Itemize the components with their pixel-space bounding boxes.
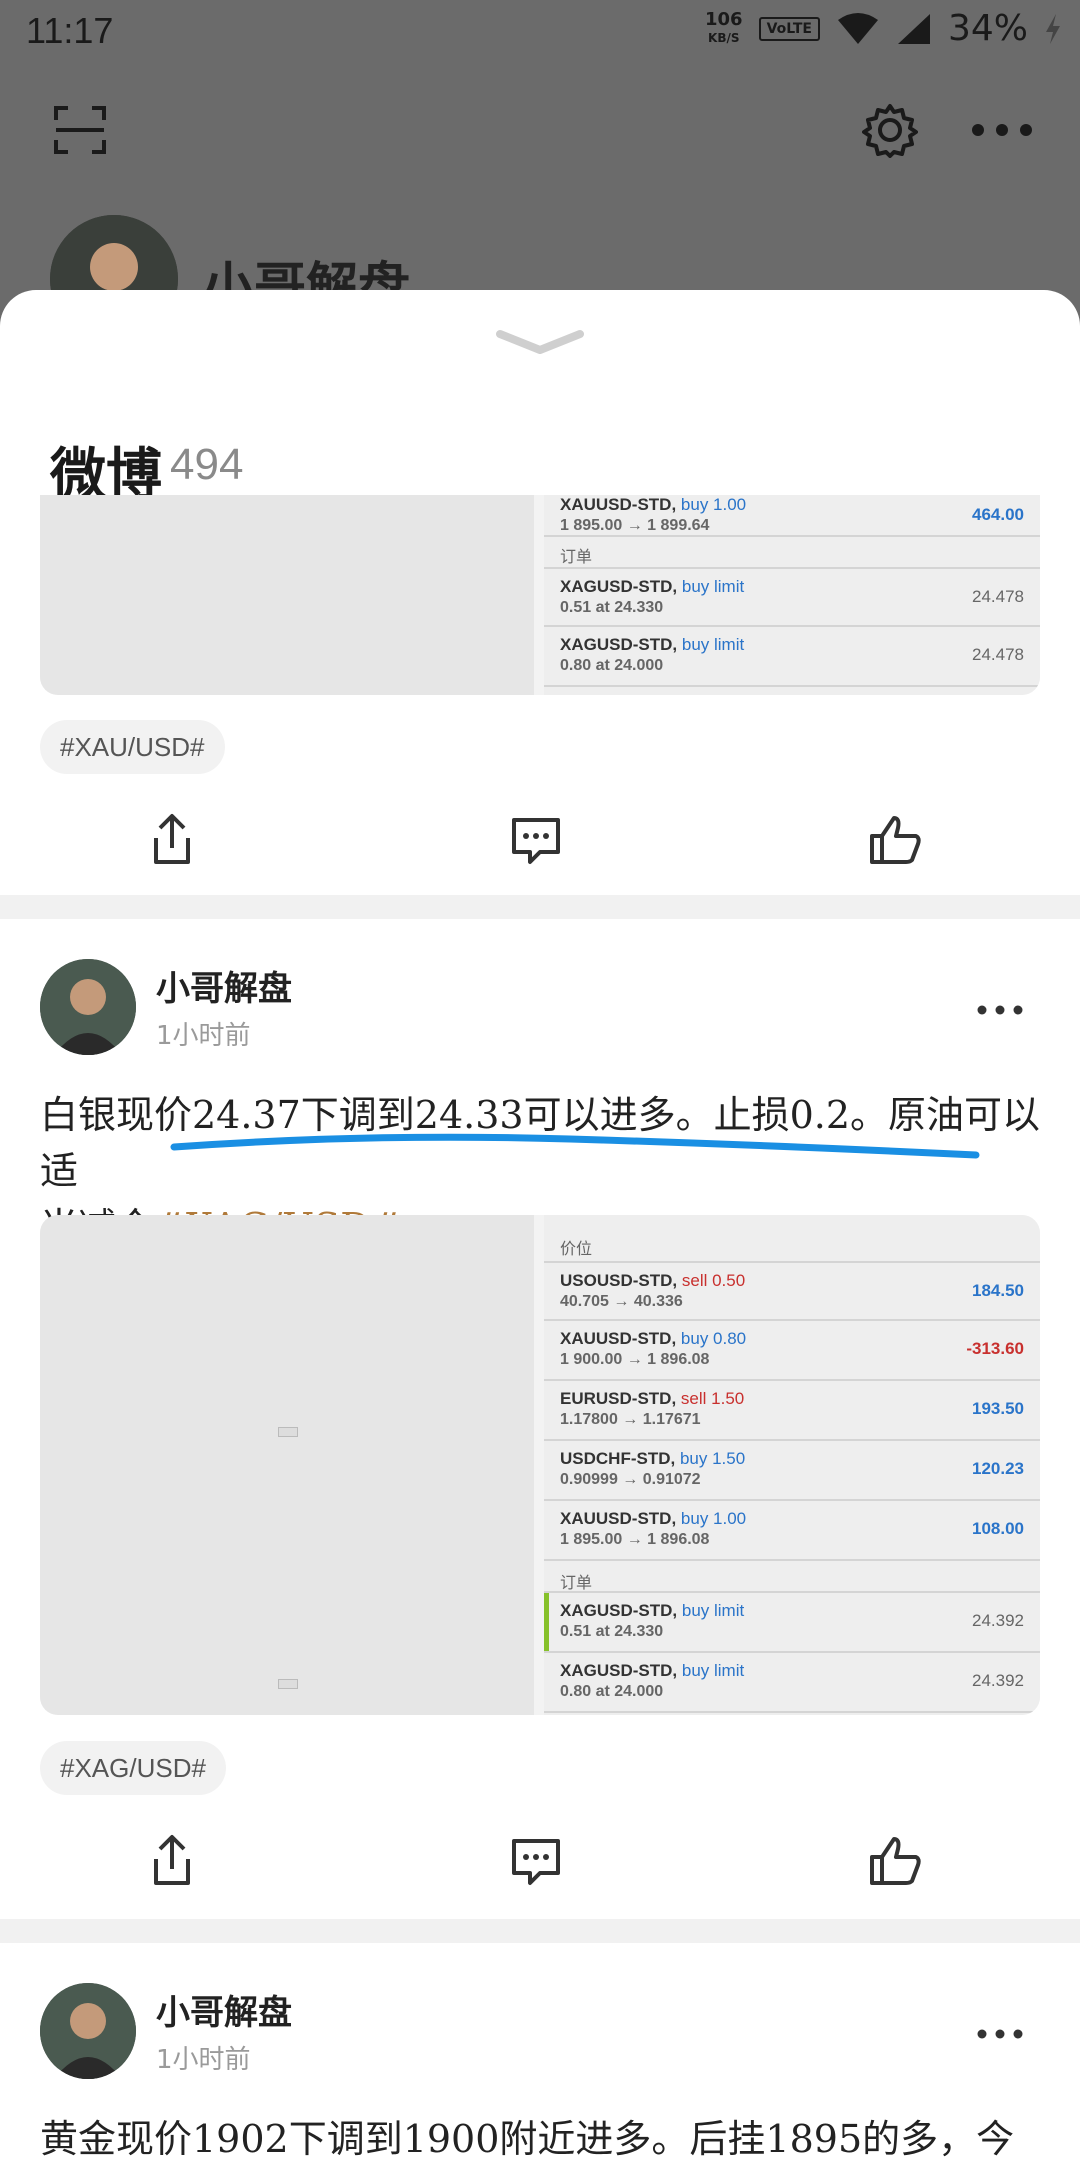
wifi-icon [837,12,878,44]
order-row: XAGUSD-STD, buy limit 0.80 at 24.000 24.… [544,1653,1040,1713]
more-icon[interactable] [976,1003,1024,1017]
net-speed-unit: KB/S [708,30,740,45]
order-row: XAGUSD-STD, buy limit 0.51 at 24.330 24.… [544,1591,1040,1653]
order-row: XAGUSD-STD, buy limit 0.80 at 24.000 24.… [544,627,1040,687]
battery-percent: 34% [947,8,1028,49]
author-name[interactable]: 小哥解盘 [156,1985,292,2034]
share-icon[interactable] [142,1831,202,1891]
like-icon[interactable] [866,1831,926,1891]
volte-icon: VoLTE [758,16,820,41]
status-icons: 106 KB/S VoLTE 34% [705,8,1062,49]
more-icon[interactable] [976,2027,1024,2041]
post-actions [0,1821,1080,1901]
trade-row: XAUUSD-STD, buy 1.00 1 895.00 → 1 896.08… [544,1501,1040,1561]
image-placeholder-left [40,495,534,695]
feed-divider [0,1919,1080,1943]
gear-icon[interactable] [862,102,918,158]
profile-topbar [0,80,1080,190]
author-avatar[interactable] [40,1983,136,2079]
scan-icon[interactable] [52,102,108,158]
post-actions [0,800,1080,880]
trade-price: 1 895.00 → 1 899.64 [560,517,710,534]
order-row: XAGUSD-STD, buy limit 0.51 at 24.330 24.… [544,567,1040,627]
comment-icon[interactable] [506,810,566,870]
image-placeholder-left [40,1215,534,1715]
comment-icon[interactable] [506,1831,566,1891]
hashtag-chip[interactable]: #XAU/USD# [40,720,225,774]
trade-row: USDCHF-STD, buy 1.50 0.90999 → 0.91072 1… [544,1441,1040,1501]
net-speed-value: 106 [705,8,743,30]
status-time: 11:17 [26,10,114,51]
share-icon[interactable] [142,810,202,870]
post-time: 1小时前 [156,1021,251,1051]
feed-divider [0,895,1080,919]
post-card: 小哥解盘 1小时前 白银现价24.37下调到24.33可以进多。止损0.2。原油… [0,919,1080,1919]
post-text-line: 黄金现价1902下调到1900附近进多。后挂1895的多，今日波 [40,2117,1015,2160]
more-icon[interactable] [970,122,1034,138]
price-section-label: 价位 [560,1239,593,1258]
trade-profit: 464.00 [972,505,1024,524]
post-card: 小哥解盘 1小时前 黄金现价1902下调到1900附近进多。后挂1895的多，今… [0,1943,1080,2160]
trade-row: XAUUSD-STD, buy 0.80 1 900.00 → 1 896.08… [544,1321,1040,1381]
sheet-count: 494 [170,440,244,489]
trade-row: XAUUSD-STD, buy 1.00 1 895.00 → 1 899.64… [544,495,1040,537]
blue-underline-annotation [170,1133,980,1159]
order-section-label: 订单 [560,547,593,566]
weibo-sheet: 微博 494 XAUUSD-STD, buy 1.00 1 895.00 → 1… [0,290,1080,2160]
order-section-label: 订单 [560,1573,593,1592]
post-time: 1小时前 [156,2045,251,2075]
trade-row: USOUSD-STD, sell 0.50 40.705 → 40.336 18… [544,1261,1040,1321]
net-speed: 106 KB/S [705,8,743,47]
signal-icon [897,13,930,44]
trade-symbol: XAUUSD-STD, buy 1.00 [560,495,747,514]
trade-screenshot[interactable]: XAUUSD-STD, buy 1.00 1 895.00 → 1 899.64… [40,495,1040,695]
chevron-down-icon[interactable] [496,328,584,356]
status-bar: 11:17 106 KB/S VoLTE 34% [0,0,1080,64]
trade-panel: XAUUSD-STD, buy 1.00 1 895.00 → 1 899.64… [544,495,1040,695]
post-card: XAUUSD-STD, buy 1.00 1 895.00 → 1 899.64… [0,495,1080,895]
like-icon[interactable] [866,810,926,870]
author-name[interactable]: 小哥解盘 [156,961,292,1010]
trade-row: EURUSD-STD, sell 1.50 1.17800 → 1.17671 … [544,1381,1040,1441]
trade-screenshot[interactable]: 价位 USOUSD-STD, sell 0.50 40.705 → 40.336… [40,1215,1040,1715]
trade-panel: 价位 USOUSD-STD, sell 0.50 40.705 → 40.336… [544,1215,1040,1715]
hashtag-chip[interactable]: #XAG/USD# [40,1741,226,1795]
post-text: 黄金现价1902下调到1900附近进多。后挂1895的多，今日波 [40,2111,1050,2160]
author-avatar[interactable] [40,959,136,1055]
feed: XAUUSD-STD, buy 1.00 1 895.00 → 1 899.64… [0,495,1080,2160]
charging-icon [1046,13,1060,44]
